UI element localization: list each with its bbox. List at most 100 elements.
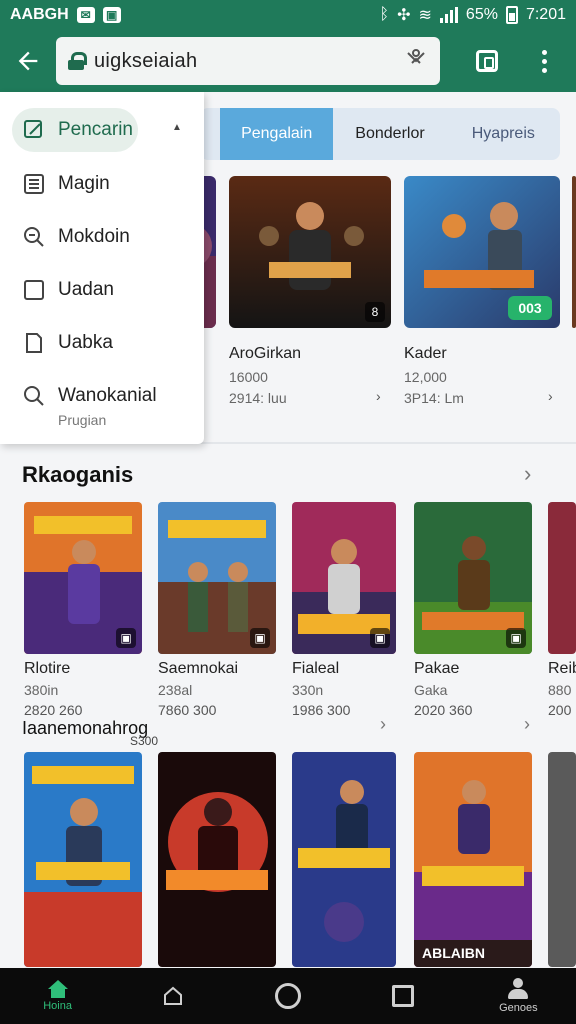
menu-item-label: Uadan xyxy=(58,279,114,300)
featured-card[interactable]: 003 xyxy=(404,176,560,328)
play-store-icon: ▣ xyxy=(250,628,270,648)
notification-icon: ✉ xyxy=(76,7,95,23)
vibrate-icon: ✣ xyxy=(397,7,411,24)
home-icon xyxy=(47,980,69,998)
app-bar: uigkseiaiah xyxy=(0,30,576,92)
game-card[interactable] xyxy=(292,752,396,967)
status-bar: AABGH ✉ ▣ ᛒ ✣ ≋ 65% 7:201 xyxy=(0,0,576,30)
circle-icon xyxy=(274,983,301,1009)
game-card[interactable] xyxy=(548,502,576,654)
game-art xyxy=(158,752,276,967)
overflow-menu-button[interactable] xyxy=(518,30,570,92)
edit-icon xyxy=(24,120,42,138)
game-size: Gaka xyxy=(414,682,448,698)
play-store-icon: ▣ xyxy=(116,628,136,648)
chevron-right-icon[interactable]: › xyxy=(524,714,530,735)
menu-item-uabka[interactable]: Uabka xyxy=(0,319,204,367)
game-meta: 200 xyxy=(548,702,572,718)
bottom-nav: Hoina Genoes xyxy=(0,968,576,1024)
featured-title: AroGirkan xyxy=(229,345,302,362)
featured-downloads: 16000 xyxy=(229,369,268,385)
dropdown-menu: Pencarin ▲ Magin Mokdoin Uadan Uabka Wan… xyxy=(0,92,204,444)
featured-card[interactable]: 8 xyxy=(229,176,391,328)
game-meta: 1986 300 xyxy=(292,702,351,718)
game-title: Fialeal xyxy=(292,660,340,677)
tab-bonderlor[interactable]: Bonderlor xyxy=(333,108,446,160)
section-subtitle: S300 xyxy=(130,734,159,748)
chevron-right-icon[interactable]: › xyxy=(376,388,381,404)
game-size: 880 xyxy=(548,682,572,698)
game-card[interactable]: ▣ xyxy=(24,502,142,654)
game-meta: 7860 300 xyxy=(158,702,217,718)
game-card[interactable]: ▣ xyxy=(414,502,532,654)
featured-card-partial[interactable] xyxy=(572,176,576,328)
game-card[interactable] xyxy=(158,752,276,967)
battery-percent: 65% xyxy=(465,6,498,23)
address-bar[interactable]: uigkseiaiah xyxy=(56,37,440,85)
document-icon xyxy=(26,333,42,353)
game-title: Saemnokai xyxy=(158,660,239,677)
clock: 7:201 xyxy=(525,6,566,23)
featured-meta: 2914: luu xyxy=(229,390,287,406)
nav-back-home[interactable] xyxy=(128,968,218,1024)
person-icon xyxy=(507,978,529,1000)
menu-item-sublabel: Prugian xyxy=(58,412,107,428)
wifi-icon: ≋ xyxy=(418,7,432,24)
section-title: Rkaoganis xyxy=(22,462,134,487)
menu-item-label: Mokdoin xyxy=(58,226,130,247)
url-text: uigkseiaiah xyxy=(94,49,198,72)
game-title: Rlotire xyxy=(24,660,71,677)
chevron-right-icon[interactable]: › xyxy=(380,714,386,735)
menu-item-label: Wanokanial xyxy=(58,385,157,406)
translate-icon[interactable] xyxy=(404,47,428,75)
play-store-icon: ▣ xyxy=(370,628,390,648)
signal-icon xyxy=(439,7,458,23)
featured-downloads: 12,000 xyxy=(404,369,447,385)
game-card[interactable]: ▣ xyxy=(292,502,396,654)
game-card[interactable] xyxy=(24,752,142,967)
menu-item-pencarin[interactable]: Pencarin xyxy=(12,108,138,152)
chevron-right-icon[interactable]: › xyxy=(548,388,553,404)
game-meta: 2820 260 xyxy=(24,702,83,718)
bluetooth-icon: ᛒ xyxy=(379,6,390,23)
carrier-label: AABGH xyxy=(10,6,69,23)
game-meta: 2020 360 xyxy=(414,702,473,718)
game-label: ABLAIBN xyxy=(422,945,485,961)
game-title: Pakae xyxy=(414,660,460,677)
nav-circle[interactable] xyxy=(243,968,333,1024)
game-art xyxy=(572,176,576,328)
tabs-icon xyxy=(476,50,498,72)
game-card[interactable] xyxy=(548,752,576,967)
tab-pengalain[interactable]: Pengalain xyxy=(220,108,334,160)
nav-profile[interactable]: Genoes xyxy=(473,968,563,1024)
battery-icon xyxy=(505,6,518,24)
nav-home[interactable]: Hoina xyxy=(13,968,103,1024)
menu-item-magin[interactable]: Magin xyxy=(0,160,204,208)
category-tabs: Pengalain Bonderlor Hyapreis xyxy=(200,108,560,160)
chevron-right-icon[interactable]: › xyxy=(524,461,531,487)
search-zoom-icon xyxy=(24,227,44,247)
game-card[interactable]: ▣ xyxy=(158,502,276,654)
menu-item-uadan[interactable]: Uadan xyxy=(0,266,204,314)
game-size: 380in xyxy=(24,682,59,698)
home-outline-icon xyxy=(162,985,184,1007)
menu-item-mokdoin[interactable]: Mokdoin xyxy=(0,213,204,261)
more-vert-icon xyxy=(541,49,547,73)
game-size: 330n xyxy=(292,682,324,698)
checkbox-icon xyxy=(24,280,44,300)
caret-up-icon[interactable]: ▲ xyxy=(172,122,182,133)
menu-item-label: Magin xyxy=(58,173,110,194)
back-arrow-icon[interactable] xyxy=(0,30,56,92)
list-icon xyxy=(24,174,44,194)
menu-item-label: Pencarin xyxy=(58,119,133,140)
square-icon xyxy=(392,985,415,1007)
featured-badge[interactable]: 003 xyxy=(508,296,552,320)
game-card[interactable]: ABLAIBN xyxy=(414,752,532,967)
message-icon: ▣ xyxy=(102,7,121,23)
tab-hyapreis[interactable]: Hyapreis xyxy=(447,108,560,160)
tabs-button[interactable] xyxy=(456,30,518,92)
nav-home-label: Hoina xyxy=(43,1000,72,1012)
game-art xyxy=(548,502,576,654)
nav-square[interactable] xyxy=(358,968,448,1024)
game-art xyxy=(292,752,396,967)
